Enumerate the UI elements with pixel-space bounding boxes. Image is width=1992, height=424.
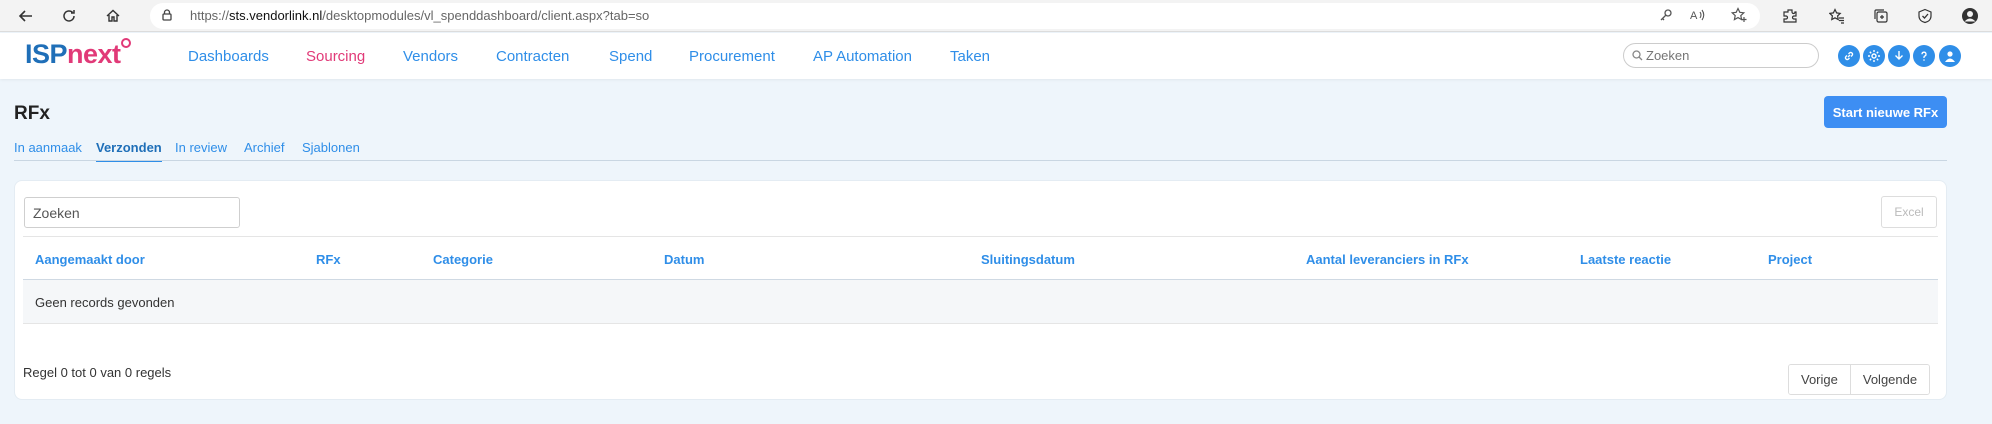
menu-vendors[interactable]: Vendors: [403, 48, 458, 65]
menu-procurement[interactable]: Procurement: [689, 48, 775, 65]
menu-spend[interactable]: Spend: [609, 48, 652, 65]
user-icon[interactable]: [1939, 45, 1961, 67]
page-title: RFx: [14, 103, 50, 124]
start-new-rfx-button[interactable]: Start nieuwe RFx: [1824, 96, 1947, 128]
menu-taken[interactable]: Taken: [950, 48, 990, 65]
key-icon[interactable]: [1655, 4, 1677, 26]
url-text: https://sts.vendorlink.nl/desktopmodules…: [190, 8, 650, 23]
lock-icon: [162, 9, 172, 21]
tab-archief[interactable]: Archief: [244, 140, 284, 160]
table-empty-row: Geen records gevonden: [23, 280, 1938, 324]
table-search-input[interactable]: [24, 197, 240, 228]
tab-in-aanmaak[interactable]: In aanmaak: [14, 140, 82, 160]
profile-icon[interactable]: [1957, 4, 1983, 28]
svg-text:A: A: [1690, 10, 1698, 22]
favorites-icon[interactable]: [1824, 4, 1850, 28]
rfx-table-panel: Excel Aangemaakt door RFx Categorie Datu…: [14, 180, 1947, 400]
column-aangemaakt-door[interactable]: Aangemaakt door: [35, 252, 145, 267]
excel-export-button[interactable]: Excel: [1881, 196, 1937, 228]
extensions-icon[interactable]: [1777, 4, 1803, 28]
empty-message: Geen records gevonden: [35, 295, 175, 310]
browser-toolbar: https://sts.vendorlink.nl/desktopmodules…: [0, 0, 1992, 32]
browser-essentials-icon[interactable]: [1912, 4, 1938, 28]
home-icon[interactable]: [101, 4, 125, 28]
previous-page-button[interactable]: Vorige: [1789, 365, 1850, 394]
header-search[interactable]: [1623, 43, 1819, 68]
tab-sjablonen[interactable]: Sjablonen: [302, 140, 360, 160]
ispnext-logo[interactable]: ISPnext: [25, 38, 131, 68]
back-icon[interactable]: [14, 4, 38, 28]
menu-dashboards[interactable]: Dashboards: [188, 48, 269, 65]
link-icon[interactable]: [1838, 45, 1860, 67]
help-icon[interactable]: [1913, 45, 1935, 67]
address-bar[interactable]: https://sts.vendorlink.nl/desktopmodules…: [150, 3, 1760, 29]
column-rfx[interactable]: RFx: [316, 252, 341, 267]
refresh-icon[interactable]: [57, 4, 81, 28]
pagination: Vorige Volgende: [1788, 364, 1931, 395]
tab-verzonden[interactable]: Verzonden: [96, 140, 162, 162]
column-aantal-leveranciers[interactable]: Aantal leveranciers in RFx: [1306, 252, 1469, 267]
column-sluitingsdatum[interactable]: Sluitingsdatum: [981, 252, 1075, 267]
collections-icon[interactable]: [1868, 4, 1894, 28]
download-icon[interactable]: [1888, 45, 1910, 67]
column-categorie[interactable]: Categorie: [433, 252, 493, 267]
column-laatste-reactie[interactable]: Laatste reactie: [1580, 252, 1671, 267]
menu-sourcing[interactable]: Sourcing: [306, 48, 365, 65]
app-header: ISPnext Dashboards Sourcing Vendors Cont…: [0, 33, 1992, 79]
menu-contracten[interactable]: Contracten: [496, 48, 569, 65]
tab-in-review[interactable]: In review: [175, 140, 227, 160]
logo-mark-icon: [120, 38, 131, 48]
search-icon: [1632, 50, 1643, 61]
favorite-add-icon[interactable]: [1728, 4, 1750, 26]
next-page-button[interactable]: Volgende: [1849, 365, 1930, 394]
table-header: Aangemaakt door RFx Categorie Datum Slui…: [23, 236, 1938, 280]
read-aloud-icon[interactable]: A: [1687, 4, 1709, 26]
menu-ap-automation[interactable]: AP Automation: [813, 48, 912, 65]
settings-gear-icon[interactable]: [1863, 45, 1885, 67]
column-datum[interactable]: Datum: [664, 252, 704, 267]
column-project[interactable]: Project: [1768, 252, 1812, 267]
table-info: Regel 0 tot 0 van 0 regels: [23, 365, 172, 380]
tab-divider: [14, 160, 1947, 161]
header-search-input[interactable]: [1646, 47, 1811, 64]
